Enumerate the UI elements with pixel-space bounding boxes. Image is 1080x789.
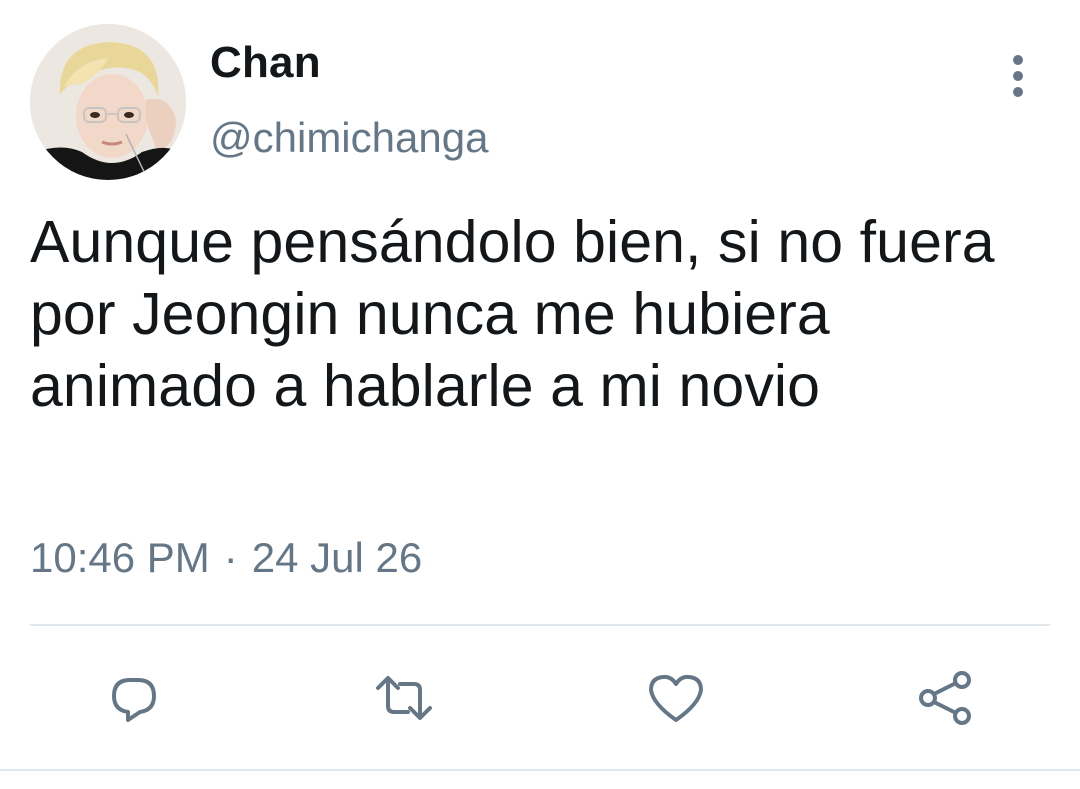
tweet-timestamp: 10:46 PM · 24 Jul 26 (30, 534, 422, 582)
more-options-button[interactable] (996, 50, 1040, 102)
retweet-icon (376, 676, 432, 720)
more-vertical-icon-dot (1013, 71, 1023, 81)
share-icon (919, 671, 971, 725)
reply-button[interactable] (104, 668, 164, 728)
meta-separator: · (223, 534, 238, 581)
tweet-time: 10:46 PM (30, 534, 210, 581)
reply-icon (112, 678, 156, 722)
divider (30, 624, 1050, 626)
like-button[interactable] (646, 668, 706, 728)
tweet-date: 24 Jul 26 (251, 534, 423, 581)
tweet-text: Aunque pensándolo bien, si no fuera por … (30, 209, 1012, 419)
bottom-divider (0, 769, 1080, 771)
tweet-card: Chan @chimichanga Aunque pensándolo bien… (0, 0, 1080, 789)
retweet-button[interactable] (374, 668, 434, 728)
more-vertical-icon-dot (1013, 87, 1023, 97)
profile-photo-icon (30, 24, 186, 180)
heart-icon (649, 674, 703, 722)
more-vertical-icon (1013, 55, 1023, 65)
share-button[interactable] (914, 668, 974, 728)
user-handle[interactable]: @chimichanga (210, 114, 488, 162)
avatar[interactable] (30, 24, 186, 180)
display-name[interactable]: Chan (210, 38, 321, 88)
